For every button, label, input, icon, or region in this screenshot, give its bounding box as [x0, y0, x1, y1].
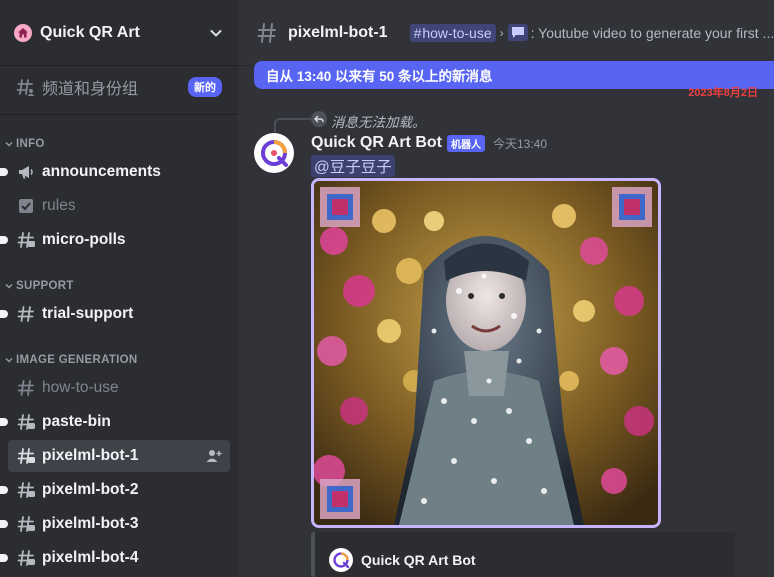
channel-how-to-use[interactable]: how-to-use: [8, 372, 230, 404]
channel-trial-support[interactable]: trial-support: [0, 298, 230, 330]
bot-avatar[interactable]: [254, 133, 294, 173]
megaphone-icon: [19, 166, 33, 179]
hash-threads-icon: [17, 516, 35, 532]
new-badge: 新的: [188, 77, 222, 97]
channel-paste-bin[interactable]: paste-bin: [0, 406, 230, 438]
chat-area: pixelml-bot-1 # how-to-use › : Youtube v…: [238, 0, 774, 577]
caret-down-icon: [5, 141, 13, 147]
channel-label: how-to-use: [42, 379, 119, 396]
server-name: Quick QR Art: [40, 23, 140, 41]
unread-indicator: [0, 520, 8, 528]
author-name[interactable]: Quick QR Art Bot: [311, 134, 442, 152]
channel-label: rules: [42, 197, 76, 214]
embed-author-name: Quick QR Art Bot: [361, 552, 476, 568]
unread-indicator: [0, 310, 8, 318]
qr-art-image[interactable]: [311, 178, 661, 528]
unread-indicator: [0, 486, 8, 494]
topic-channel-link[interactable]: # how-to-use: [409, 23, 496, 42]
category-label: SUPPORT: [16, 280, 74, 292]
channel-label: micro-polls: [42, 231, 126, 248]
sidebar-divider: [0, 114, 238, 115]
hash-threads-icon: [17, 482, 35, 498]
channel-rules[interactable]: rules: [8, 190, 230, 222]
speech-bubble-icon[interactable]: [507, 24, 528, 41]
unread-indicator: [0, 168, 8, 176]
home-icon: [14, 23, 32, 42]
channel-label: pixelml-bot-1: [42, 447, 139, 464]
hash-threads-icon: [17, 448, 35, 464]
embed-author: Quick QR Art Bot: [329, 548, 476, 572]
unread-indicator: [0, 236, 8, 244]
hash-icon: #: [413, 24, 422, 41]
hash-icon: [17, 306, 34, 322]
category-label: INFO: [16, 138, 45, 150]
category-support[interactable]: SUPPORT: [4, 276, 74, 296]
channel-label: pixelml-bot-3: [42, 515, 139, 532]
message-header: Quick QR Art Bot 机器人 今天13:40: [311, 134, 547, 152]
channel-topic: : Youtube video to generate your first .…: [530, 24, 774, 41]
unread-indicator: [0, 418, 8, 426]
channels-and-roles[interactable]: 频道和身份组 新的: [8, 70, 230, 104]
channel-sidebar: Quick QR Art 频道和身份组 新的 INFO announcement…: [0, 0, 238, 577]
caret-down-icon: [5, 357, 13, 363]
category-info[interactable]: INFO: [4, 134, 45, 154]
add-member-icon[interactable]: [206, 448, 222, 464]
reply-arrow-icon: [311, 111, 327, 127]
channel-label: pixelml-bot-2: [42, 481, 139, 498]
channel-label: trial-support: [42, 305, 134, 322]
channel-label: announcements: [42, 163, 161, 180]
channels-roles-icon: [16, 79, 35, 96]
channel-announcements[interactable]: announcements: [0, 156, 230, 188]
reply-connector: [274, 118, 312, 132]
channel-pixelml-bot-2[interactable]: pixelml-bot-2: [0, 474, 230, 506]
category-image-generation[interactable]: IMAGE GENERATION: [4, 350, 138, 370]
discord-window: Quick QR Art 频道和身份组 新的 INFO announcement…: [0, 0, 774, 577]
channel-micro-polls[interactable]: micro-polls: [0, 224, 230, 256]
channel-pixelml-bot-1[interactable]: pixelml-bot-1: [8, 440, 230, 472]
checkbox-icon: [19, 199, 33, 213]
channels-and-roles-label: 频道和身份组: [42, 81, 139, 98]
hash-threads-icon: [17, 232, 35, 248]
bot-tag: 机器人: [446, 134, 485, 152]
hash-threads-icon: [17, 550, 35, 566]
server-header[interactable]: Quick QR Art: [0, 0, 238, 66]
category-label: IMAGE GENERATION: [16, 354, 138, 366]
channel-label: pixelml-bot-4: [42, 549, 139, 566]
user-mention[interactable]: @豆子豆子: [311, 155, 395, 177]
reply-preview[interactable]: 消息无法加载。: [331, 111, 426, 131]
bot-avatar-small: [329, 548, 353, 572]
chevron-down-icon[interactable]: [208, 25, 224, 41]
channel-label: paste-bin: [42, 413, 111, 430]
topic-channel-label: how-to-use: [422, 24, 492, 41]
caret-down-icon: [5, 283, 13, 289]
channel-header: pixelml-bot-1 # how-to-use › : Youtube v…: [238, 0, 774, 66]
unread-indicator: [0, 554, 8, 562]
channel-title: pixelml-bot-1: [288, 23, 388, 41]
hash-threads-icon: [17, 414, 35, 430]
date-divider: 2023年8月2日: [688, 87, 758, 99]
channel-pixelml-bot-4[interactable]: pixelml-bot-4: [0, 542, 230, 574]
hash-icon: [257, 22, 276, 43]
channel-pixelml-bot-3[interactable]: pixelml-bot-3: [0, 508, 230, 540]
timestamp: 今天13:40: [492, 136, 547, 151]
hash-icon: [17, 380, 34, 396]
chevron-right-icon: ›: [499, 25, 504, 40]
